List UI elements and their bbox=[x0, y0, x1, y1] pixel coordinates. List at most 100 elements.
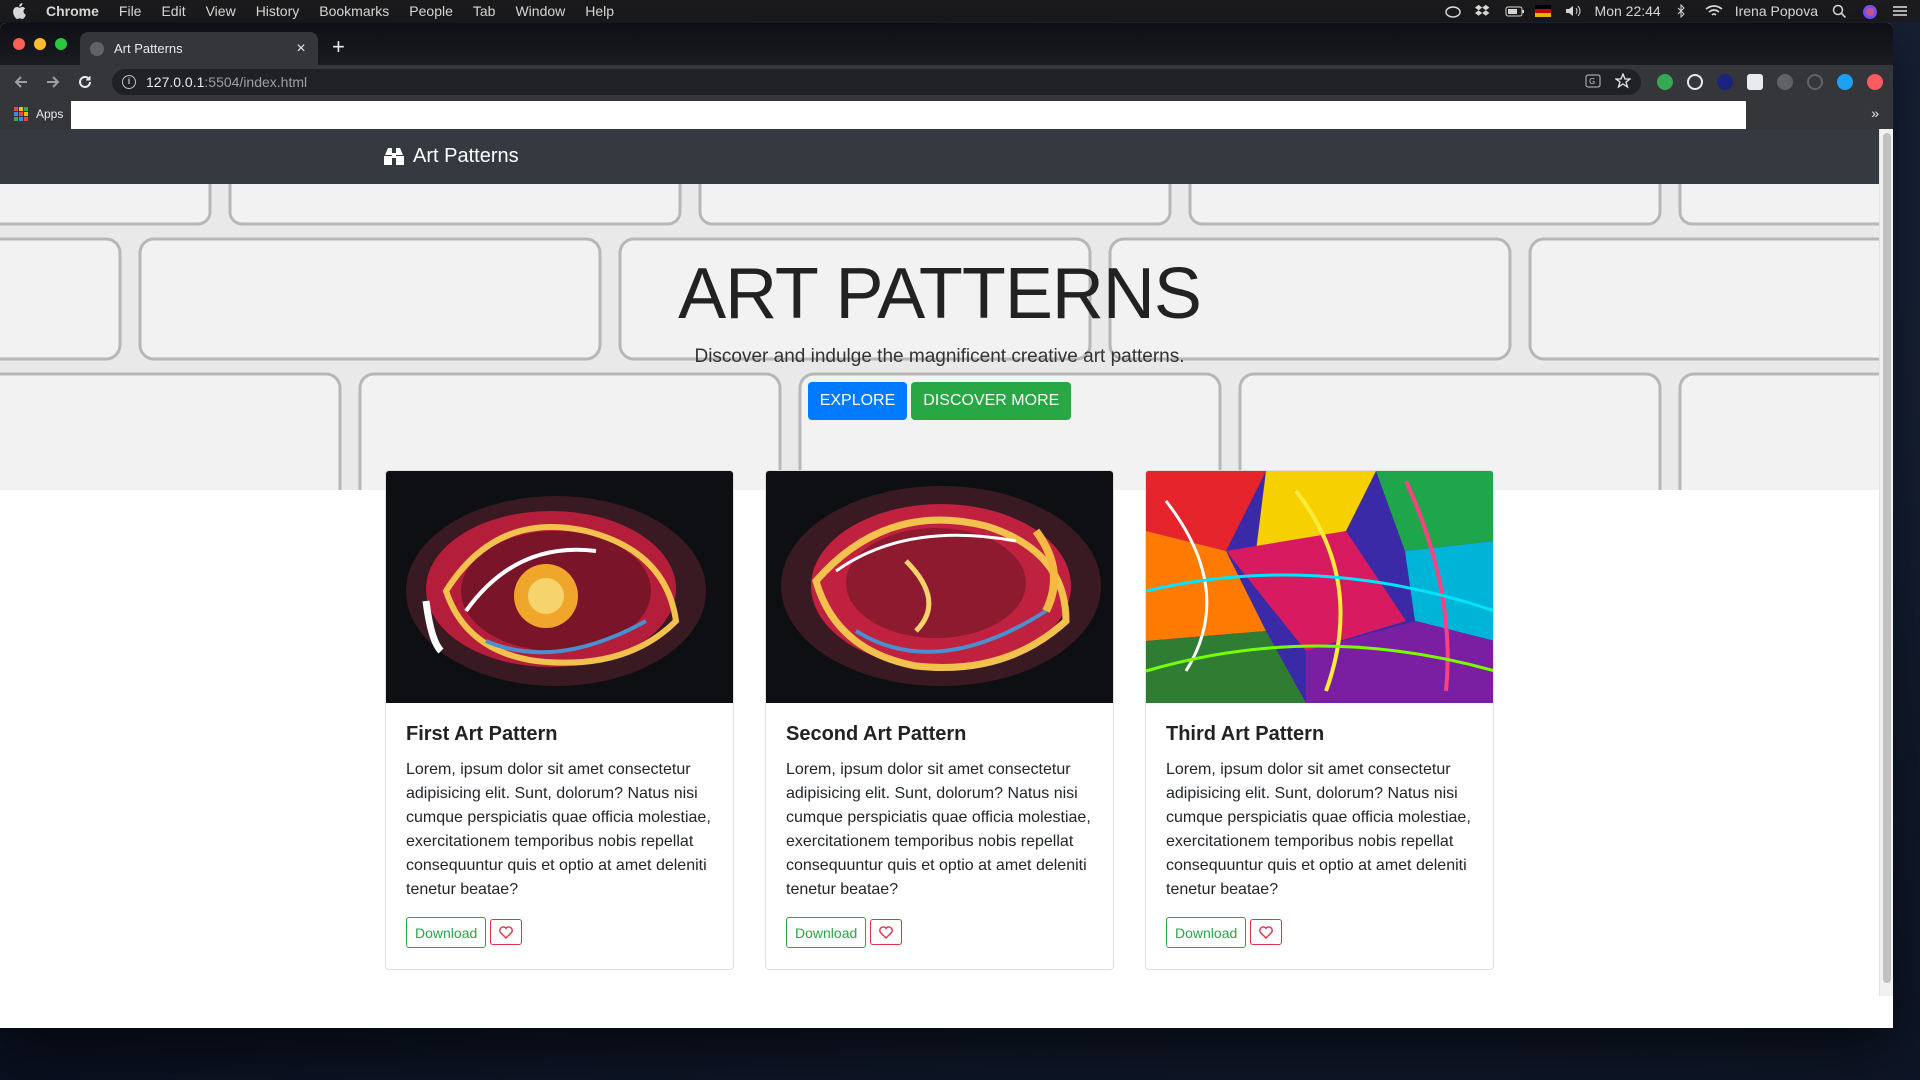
card-body: First Art Pattern Lorem, ipsum dolor sit… bbox=[386, 703, 733, 968]
heart-icon bbox=[1259, 925, 1274, 939]
minimize-window-button[interactable] bbox=[34, 38, 46, 50]
art-pattern-image-second bbox=[766, 471, 1113, 703]
extension-react-icon[interactable] bbox=[1687, 74, 1703, 90]
menu-app-name[interactable]: Chrome bbox=[46, 3, 99, 19]
chrome-window: Art Patterns × + i 127.0.0.1:5504/index.… bbox=[0, 23, 1893, 1028]
hero-content: ART PATTERNS Discover and indulge the ma… bbox=[0, 184, 1879, 420]
card-actions: Download bbox=[1166, 917, 1473, 948]
menubar-user-name[interactable]: Irena Popova bbox=[1735, 3, 1818, 19]
heart-icon bbox=[879, 925, 894, 939]
binoculars-icon bbox=[383, 147, 405, 167]
menu-bookmarks[interactable]: Bookmarks bbox=[319, 3, 389, 19]
card-body: Second Art Pattern Lorem, ipsum dolor si… bbox=[766, 703, 1113, 968]
discover-more-button[interactable]: DISCOVER MORE bbox=[911, 382, 1072, 420]
bookmarks-overflow-chevron-icon[interactable]: » bbox=[1871, 105, 1879, 121]
menu-window[interactable]: Window bbox=[515, 3, 565, 19]
flag-germany-icon[interactable] bbox=[1534, 4, 1551, 18]
menu-file[interactable]: File bbox=[119, 3, 142, 19]
card-title: Third Art Pattern bbox=[1166, 723, 1325, 745]
hero-title: ART PATTERNS bbox=[678, 254, 1202, 334]
svg-text:G: G bbox=[1589, 77, 1595, 86]
favorite-heart-button[interactable] bbox=[490, 919, 523, 945]
card-title: First Art Pattern bbox=[406, 723, 558, 745]
spotlight-search-icon[interactable] bbox=[1832, 4, 1848, 19]
extension-green-icon[interactable] bbox=[1657, 74, 1673, 90]
bluetooth-icon[interactable] bbox=[1675, 3, 1691, 19]
card-actions: Download bbox=[406, 917, 713, 948]
menubar-clock[interactable]: Mon 22:44 bbox=[1595, 3, 1661, 19]
forward-arrow-icon[interactable] bbox=[42, 71, 64, 93]
card-text: Lorem, ipsum dolor sit amet consectetur … bbox=[786, 761, 1091, 898]
desktop-background bbox=[0, 1028, 1920, 1080]
window-controls bbox=[13, 38, 67, 50]
bookmarks-empty-area bbox=[71, 101, 1746, 130]
address-bar[interactable]: i 127.0.0.1:5504/index.html G bbox=[112, 69, 1641, 95]
back-arrow-icon[interactable] bbox=[10, 71, 32, 93]
tab-favicon-icon bbox=[90, 41, 104, 56]
menu-history[interactable]: History bbox=[256, 3, 300, 19]
site-navbar: Art Patterns bbox=[0, 129, 1879, 184]
close-window-button[interactable] bbox=[13, 38, 25, 50]
menu-tab[interactable]: Tab bbox=[473, 3, 496, 19]
art-card: Second Art Pattern Lorem, ipsum dolor si… bbox=[765, 470, 1114, 970]
menu-people[interactable]: People bbox=[409, 3, 453, 19]
zoom-window-button[interactable] bbox=[55, 38, 67, 50]
extension-red-icon[interactable] bbox=[1867, 74, 1883, 90]
download-button[interactable]: Download bbox=[406, 917, 487, 948]
extension-notion-icon[interactable] bbox=[1747, 74, 1763, 90]
card-actions: Download bbox=[786, 917, 1093, 948]
tab-art-patterns[interactable]: Art Patterns × bbox=[80, 32, 318, 65]
site-brand[interactable]: Art Patterns bbox=[413, 145, 519, 168]
browser-toolbar: i 127.0.0.1:5504/index.html G bbox=[0, 65, 1893, 99]
siri-icon[interactable] bbox=[1862, 4, 1878, 19]
heart-icon bbox=[499, 925, 514, 939]
extension-sync-icon[interactable] bbox=[1807, 74, 1823, 90]
menu-edit[interactable]: Edit bbox=[161, 3, 185, 19]
url-path: :5504/index.html bbox=[204, 74, 308, 90]
wifi-icon[interactable] bbox=[1705, 4, 1723, 18]
card-text: Lorem, ipsum dolor sit amet consectetur … bbox=[1166, 761, 1471, 898]
tab-close-icon[interactable]: × bbox=[294, 40, 308, 56]
dropbox-icon[interactable] bbox=[1474, 4, 1491, 18]
art-card: First Art Pattern Lorem, ipsum dolor sit… bbox=[385, 470, 734, 970]
hero-subtitle: Discover and indulge the magnificent cre… bbox=[694, 346, 1185, 367]
extension-gray-icon[interactable] bbox=[1777, 74, 1793, 90]
volume-icon[interactable] bbox=[1565, 4, 1581, 18]
site-info-icon[interactable]: i bbox=[122, 75, 136, 89]
creative-cloud-icon[interactable] bbox=[1444, 4, 1461, 18]
page-scrollbar[interactable] bbox=[1879, 129, 1893, 996]
download-button[interactable]: Download bbox=[1166, 917, 1247, 948]
cards-row: First Art Pattern Lorem, ipsum dolor sit… bbox=[385, 470, 1494, 970]
explore-button[interactable]: EXPLORE bbox=[807, 382, 908, 420]
menubar-status-area: Mon 22:44 Irena Popova bbox=[1444, 3, 1908, 19]
card-title: Second Art Pattern bbox=[786, 723, 967, 745]
card-text: Lorem, ipsum dolor sit amet consectetur … bbox=[406, 761, 711, 898]
extensions-area bbox=[1657, 74, 1883, 90]
url-host: 127.0.0.1 bbox=[146, 74, 205, 90]
art-card: Third Art Pattern Lorem, ipsum dolor sit… bbox=[1145, 470, 1494, 970]
download-button[interactable]: Download bbox=[786, 917, 867, 948]
reload-icon[interactable] bbox=[74, 71, 96, 93]
notification-center-icon[interactable] bbox=[1892, 4, 1908, 18]
web-page: Art Patterns ART PATTERNS Discover and i… bbox=[0, 129, 1893, 996]
extension-a-icon[interactable] bbox=[1717, 74, 1733, 90]
bookmarks-bar: Apps » bbox=[0, 99, 1893, 130]
hero-buttons: EXPLORE DISCOVER MORE bbox=[0, 382, 1879, 420]
favorite-heart-button[interactable] bbox=[870, 919, 903, 945]
apple-logo-icon[interactable] bbox=[12, 3, 28, 19]
art-pattern-image-third bbox=[1146, 471, 1493, 703]
extension-blue-icon[interactable] bbox=[1837, 74, 1853, 90]
apps-grid-icon[interactable] bbox=[14, 107, 28, 121]
menu-help[interactable]: Help bbox=[585, 3, 614, 19]
favorite-heart-button[interactable] bbox=[1250, 919, 1283, 945]
tab-strip: Art Patterns × + bbox=[0, 23, 1893, 65]
menu-view[interactable]: View bbox=[206, 3, 236, 19]
scrollbar-thumb[interactable] bbox=[1883, 133, 1891, 983]
bookmark-star-icon[interactable] bbox=[1614, 71, 1632, 92]
translate-icon[interactable]: G bbox=[1585, 73, 1601, 92]
battery-icon[interactable] bbox=[1505, 4, 1524, 18]
art-pattern-image-first bbox=[386, 471, 733, 703]
new-tab-button[interactable]: + bbox=[332, 34, 345, 60]
apps-shortcut[interactable]: Apps bbox=[36, 107, 63, 121]
macos-menubar: Chrome File Edit View History Bookmarks … bbox=[0, 0, 1920, 22]
